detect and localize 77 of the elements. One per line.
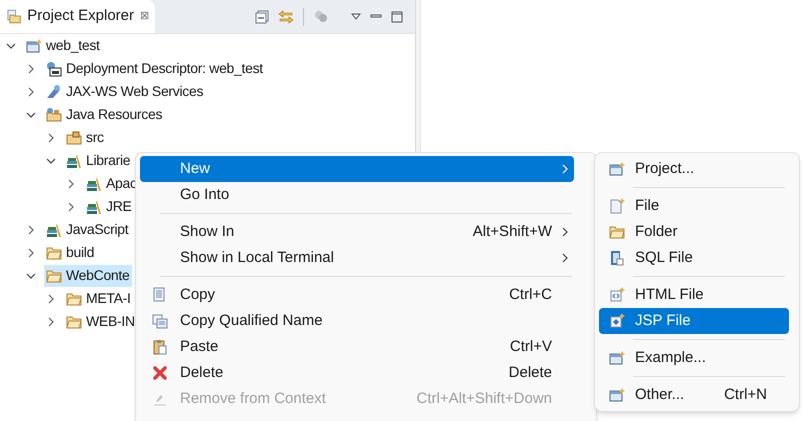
tree-item[interactable]: Deployment Descriptor: web_test [44, 58, 265, 80]
tree-item[interactable]: Librarie [64, 150, 132, 172]
menu-item[interactable]: Example... [599, 345, 789, 371]
expanded-chevron-icon[interactable] [26, 110, 36, 120]
view-tab[interactable]: Project Explorer ⊠ [0, 0, 155, 33]
close-button[interactable]: ⊠ [140, 11, 149, 22]
folder-icon [66, 290, 82, 306]
menu-item[interactable]: Other... Ctrl+N [599, 382, 789, 408]
project-icon [26, 38, 42, 54]
library-icon [86, 198, 102, 214]
tree-item[interactable]: Apac [84, 172, 139, 194]
maximize-icon[interactable] [391, 10, 403, 22]
collapsed-chevron-icon[interactable] [46, 316, 56, 326]
file-icon [609, 198, 625, 214]
folder-icon [609, 224, 625, 240]
paste-icon [152, 339, 168, 355]
collapsed-chevron-icon[interactable] [46, 294, 56, 304]
menu-item[interactable]: JSP File [599, 308, 789, 334]
library-icon [86, 176, 102, 192]
html-file-icon [609, 287, 625, 303]
tree-item[interactable]: src [64, 126, 106, 148]
collapsed-chevron-icon[interactable] [46, 132, 56, 142]
collapsed-chevron-icon[interactable] [26, 224, 36, 234]
submenu-chevron-icon [561, 164, 569, 174]
tree-item[interactable]: build [44, 242, 96, 264]
folder-icon [46, 268, 62, 284]
menu-item[interactable]: HTML File [599, 282, 789, 308]
package-folder-icon [66, 130, 82, 146]
expanded-chevron-icon[interactable] [46, 156, 56, 166]
tree-item[interactable]: Java Resources [44, 104, 164, 126]
project-icon [609, 161, 625, 177]
menu-item[interactable]: Show In Alt+Shift+W [140, 219, 574, 245]
menu-item[interactable]: File [599, 193, 789, 219]
collapsed-chevron-icon[interactable] [26, 64, 36, 74]
folder-icon [46, 244, 62, 260]
view-title: Project Explorer [27, 6, 134, 26]
submenu-chevron-icon [561, 253, 569, 263]
view-menu-icon[interactable] [351, 12, 361, 20]
menu-item[interactable]: SQL File [599, 245, 789, 271]
menu-item[interactable]: Show in Local Terminal [140, 245, 574, 271]
delete-icon [152, 365, 168, 381]
submenu-chevron-icon [561, 227, 569, 237]
menu-item[interactable]: Paste Ctrl+V [140, 334, 574, 360]
project-icon [609, 387, 625, 403]
expanded-chevron-icon[interactable] [26, 270, 36, 280]
collapsed-chevron-icon[interactable] [26, 86, 36, 96]
tree-item[interactable]: WEB-IN [64, 310, 137, 332]
menu-item[interactable]: Project... [599, 156, 789, 182]
tree-item[interactable]: JAX-WS Web Services [44, 80, 206, 102]
collapsed-chevron-icon[interactable] [66, 178, 76, 188]
tree-item[interactable]: JavaScript [44, 218, 130, 240]
menu-item[interactable]: New [140, 156, 574, 182]
copy-name-icon [152, 313, 168, 329]
tree-item[interactable]: JRE [84, 196, 134, 218]
tree-item[interactable]: META-I [64, 288, 133, 310]
collapsed-chevron-icon[interactable] [66, 202, 76, 212]
menu-item[interactable]: Go Into [140, 182, 574, 208]
resources-folder-icon [46, 106, 62, 122]
menu-item[interactable]: Folder [599, 219, 789, 245]
collapsed-chevron-icon[interactable] [26, 248, 36, 258]
menu-item[interactable]: Delete Delete [140, 360, 574, 386]
library-icon [66, 152, 82, 168]
web-service-icon [46, 84, 62, 100]
project-icon [609, 350, 625, 366]
database-file-icon [609, 250, 625, 266]
tree-item[interactable]: WebConte [44, 264, 132, 286]
menu-item[interactable]: Copy Ctrl+C [140, 282, 574, 308]
descriptor-icon [46, 60, 62, 76]
folder-icon [66, 314, 82, 330]
library-icon [46, 222, 62, 238]
tree-item[interactable]: web_test [24, 34, 102, 56]
folder-icon [6, 8, 22, 24]
jsp-file-icon [609, 313, 625, 329]
collapse-all-icon[interactable] [255, 10, 269, 24]
link-arrows-icon[interactable] [278, 10, 294, 24]
expanded-chevron-icon[interactable] [6, 40, 16, 50]
menu-item[interactable]: Copy Qualified Name [140, 308, 574, 334]
